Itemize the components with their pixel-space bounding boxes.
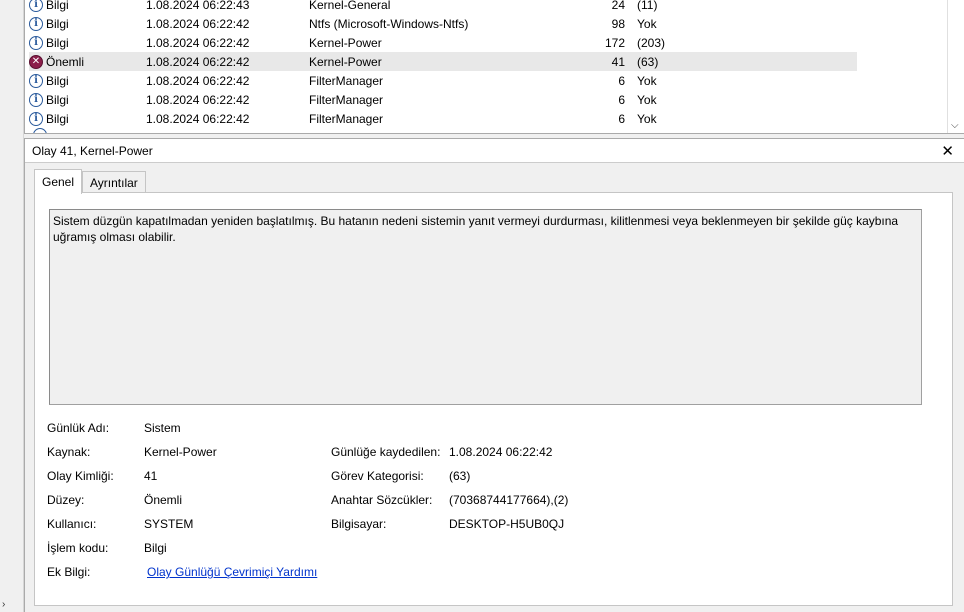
online-help-link[interactable]: Olay Günlüğü Çevrimiçi Yardımı — [147, 565, 317, 579]
event-date: 1.08.2024 06:22:42 — [146, 35, 250, 50]
event-category: Yok — [637, 111, 657, 126]
event-category: Yok — [637, 92, 657, 107]
table-row[interactable]: i Bilgi 1.08.2024 06:22:42 Ntfs (Microsof… — [29, 14, 857, 33]
event-id: 172 — [604, 35, 625, 50]
event-id: 6 — [618, 92, 625, 107]
event-id: 6 — [618, 111, 625, 126]
info-icon: i — [29, 92, 43, 107]
event-date: 1.08.2024 06:22:42 — [146, 16, 250, 31]
log-name-value: Sistem — [144, 421, 181, 435]
keywords-label: Anahtar Sözcükler: — [331, 493, 433, 507]
event-date: 1.08.2024 06:22:42 — [146, 54, 250, 69]
keywords-value: (70368744177664),(2) — [449, 493, 569, 507]
event-level: Bilgi — [46, 35, 69, 50]
info-icon: i — [29, 111, 43, 126]
computer-label: Bilgisayar: — [331, 517, 387, 531]
left-pane-strip: › — [0, 0, 24, 612]
list-scrollbar[interactable]: ⌵ — [947, 0, 964, 133]
opcode-label: İşlem kodu: — [47, 541, 109, 555]
logged-label: Günlüğe kaydedilen: — [331, 445, 441, 459]
tab-details[interactable]: Ayrıntılar — [82, 171, 146, 193]
event-category: (203) — [637, 35, 666, 50]
event-source: FilterManager — [309, 73, 384, 88]
event-level: Bilgi — [46, 16, 69, 31]
opcode-value: Bilgi — [144, 541, 167, 555]
event-source: FilterManager — [309, 92, 384, 107]
event-category: Yok — [637, 73, 657, 88]
event-id: 41 — [611, 54, 625, 69]
event-level: Bilgi — [46, 111, 69, 126]
event-date: 1.08.2024 06:22:42 — [146, 92, 250, 107]
event-id-value: 41 — [144, 469, 158, 483]
event-source: FilterManager — [309, 111, 384, 126]
event-id-label: Olay Kimliği: — [47, 469, 114, 483]
info-icon: i — [29, 73, 43, 88]
chevron-down-icon[interactable]: ⌵ — [951, 120, 959, 131]
source-label: Kaynak: — [47, 445, 91, 459]
event-category: (63) — [637, 54, 659, 69]
table-row[interactable]: i Bilgi 1.08.2024 06:22:42 FilterManager … — [29, 109, 857, 128]
info-icon: i — [29, 16, 43, 31]
level-value: Önemli — [144, 493, 183, 507]
detail-title: Olay 41, Kernel-Power — [32, 143, 153, 158]
table-row-selected[interactable]: ✕ Önemli 1.08.2024 06:22:42 Kernel-Power … — [29, 52, 857, 71]
event-level: Bilgi — [46, 0, 69, 12]
error-icon: ✕ — [29, 54, 43, 69]
event-date: 1.08.2024 06:22:42 — [146, 73, 250, 88]
chevron-right-icon[interactable]: › — [2, 599, 5, 610]
info-icon: i — [29, 0, 43, 12]
event-source: Ntfs (Microsoft-Windows-Ntfs) — [309, 16, 469, 31]
task-category-value: (63) — [449, 469, 471, 483]
table-row[interactable]: i Bilgi 1.08.2024 06:22:42 FilterManager … — [29, 71, 857, 90]
event-source: Kernel-General — [309, 0, 391, 12]
logged-value: 1.08.2024 06:22:42 — [449, 445, 553, 459]
computer-value: DESKTOP-H5UB0QJ — [449, 517, 565, 531]
source-value: Kernel-Power — [144, 445, 217, 459]
event-source: Kernel-Power — [309, 54, 382, 69]
event-level: Bilgi — [46, 73, 69, 88]
event-level: Önemli — [46, 54, 85, 69]
log-name-label: Günlük Adı: — [47, 421, 110, 435]
event-date: 1.08.2024 06:22:43 — [146, 0, 250, 12]
detail-header: Olay 41, Kernel-Power ✕ — [25, 139, 964, 163]
event-detail-pane: Olay 41, Kernel-Power ✕ Genel Ayrıntılar… — [24, 138, 964, 612]
event-category: (11) — [637, 0, 658, 12]
event-date: 1.08.2024 06:22:42 — [146, 111, 250, 126]
info-icon — [33, 128, 47, 133]
table-row[interactable]: i Bilgi 1.08.2024 06:22:42 Kernel-Power 1… — [29, 33, 857, 52]
event-category: Yok — [637, 16, 657, 31]
general-tab-panel: Sistem düzgün kapatılmadan yeniden başla… — [34, 192, 953, 606]
more-info-label: Ek Bilgi: — [47, 565, 91, 579]
event-description[interactable]: Sistem düzgün kapatılmadan yeniden başla… — [49, 209, 922, 405]
user-value: SYSTEM — [144, 517, 194, 531]
info-icon: i — [29, 35, 43, 50]
table-row[interactable]: i Bilgi 1.08.2024 06:22:42 FilterManager … — [29, 90, 857, 109]
event-id: 24 — [611, 0, 625, 12]
event-level: Bilgi — [46, 92, 69, 107]
user-label: Kullanıcı: — [47, 517, 97, 531]
event-id: 98 — [611, 16, 625, 31]
event-list[interactable]: i Bilgi 1.08.2024 06:22:43 Kernel-General… — [24, 0, 964, 134]
level-label: Düzey: — [47, 493, 85, 507]
event-id: 6 — [618, 73, 625, 88]
task-category-label: Görev Kategorisi: — [331, 469, 424, 483]
close-icon[interactable]: ✕ — [941, 142, 954, 160]
table-row[interactable]: i Bilgi 1.08.2024 06:22:43 Kernel-General… — [29, 0, 857, 14]
tab-general[interactable]: Genel — [34, 169, 83, 194]
event-source: Kernel-Power — [309, 35, 382, 50]
